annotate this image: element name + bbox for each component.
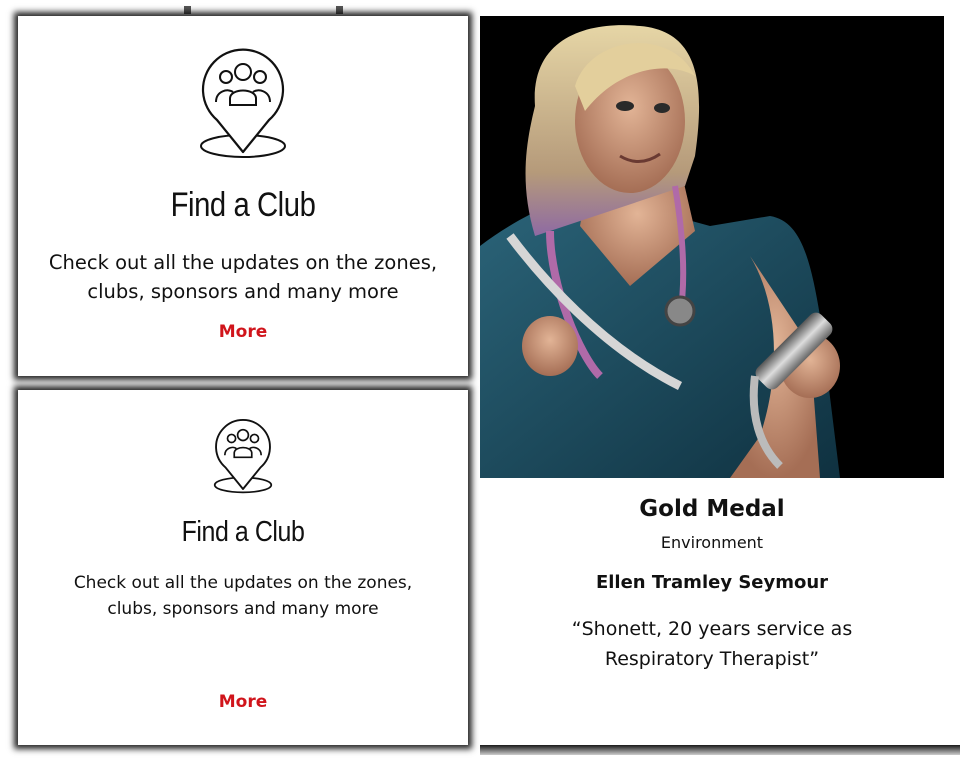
card-description: Check out all the updates on the zones, …	[73, 573, 413, 619]
card-description: Check out all the updates on the zones, …	[48, 251, 438, 303]
club-location-pin-icon	[213, 419, 273, 494]
person-name: Ellen Tramley Seymour	[595, 572, 829, 593]
award-title: Gold Medal	[639, 496, 785, 522]
testimonial-quote: “Shonett, 20 years service as Respirator…	[571, 618, 853, 670]
card-title: Find a Club	[181, 516, 305, 548]
profile-photo	[480, 16, 944, 478]
find-club-card: Find a Club Check out all the updates on…	[18, 390, 468, 745]
icon-container	[18, 418, 468, 498]
find-club-card: Find a Club Check out all the updates on…	[18, 16, 468, 376]
card-shadow	[480, 745, 960, 755]
more-link[interactable]: More	[18, 692, 468, 712]
profile-card: Gold Medal Environment Ellen Tramley Sey…	[480, 478, 944, 745]
more-link[interactable]: More	[18, 322, 468, 342]
nurse-with-stethoscope-photo	[480, 16, 944, 478]
icon-container	[18, 48, 468, 164]
corner-mark	[336, 6, 343, 14]
card-title: Find a Club	[170, 186, 316, 224]
award-category: Environment	[660, 533, 764, 552]
corner-mark	[184, 6, 191, 14]
club-location-pin-icon	[200, 48, 286, 158]
